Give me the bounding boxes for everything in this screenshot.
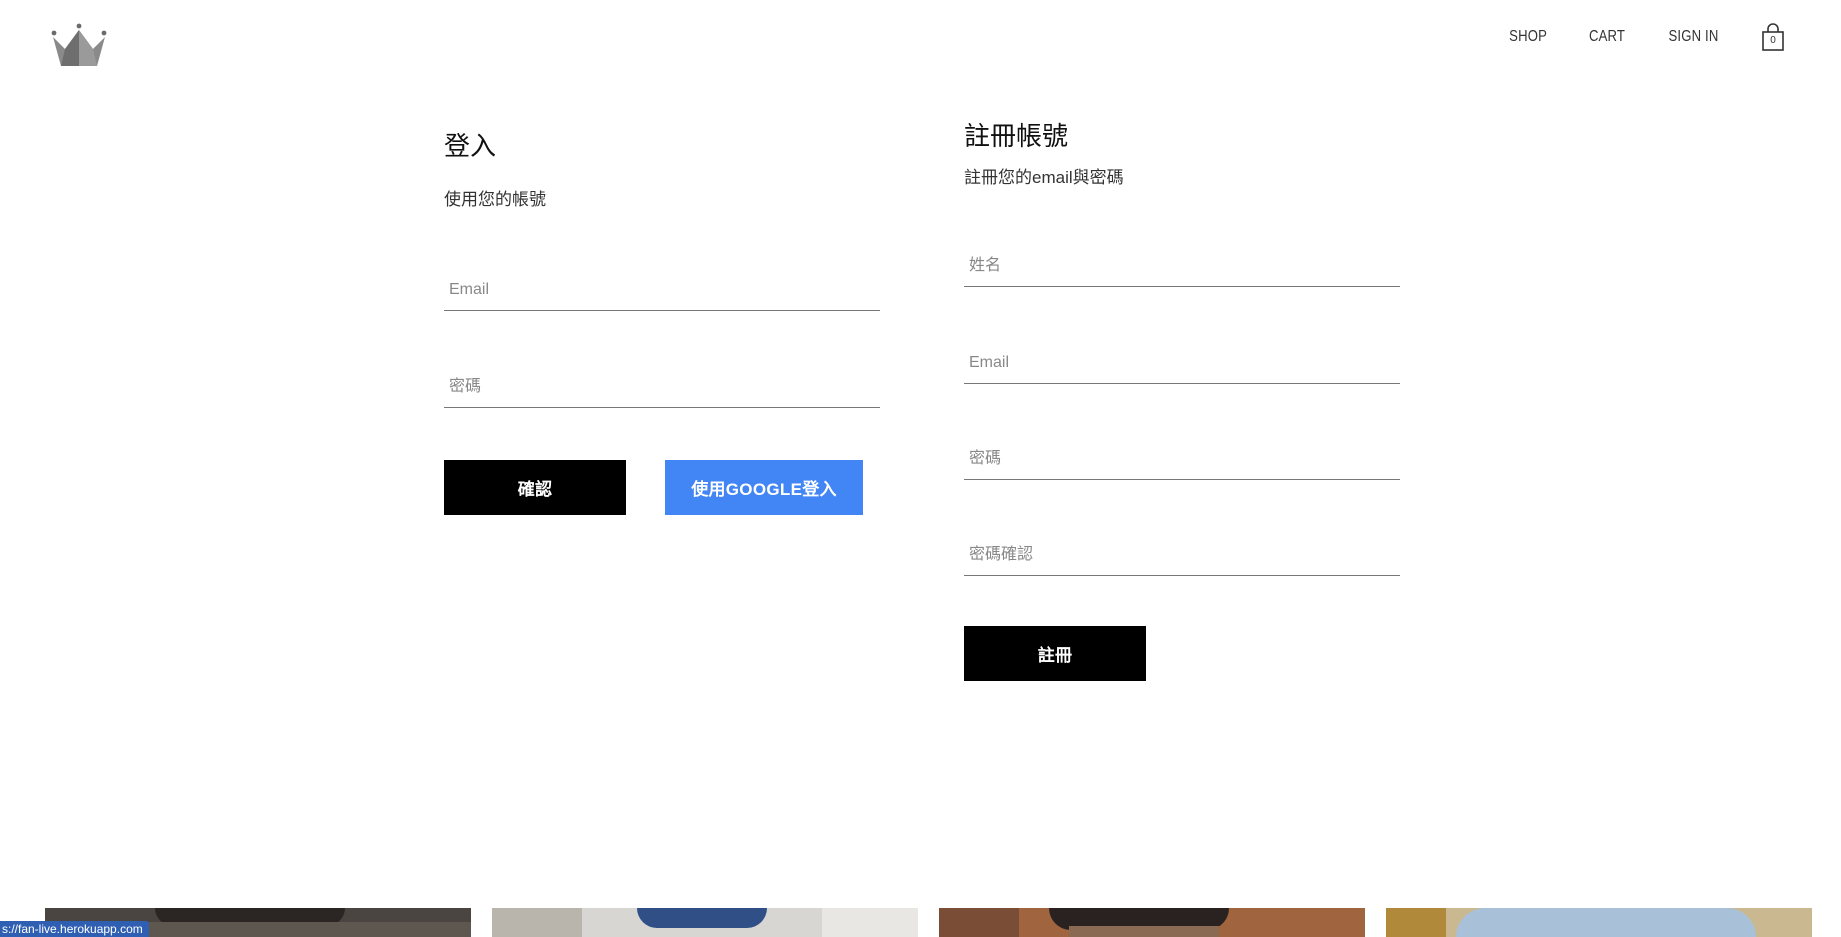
register-subtitle: 註冊您的email與密碼 xyxy=(964,168,1124,187)
register-password-confirm-field xyxy=(964,531,1400,576)
register-password-field xyxy=(964,435,1400,480)
register-name-input[interactable] xyxy=(964,246,1399,286)
login-confirm-button[interactable]: 確認 xyxy=(444,460,626,515)
site-header: SHOP CART SIGN IN 0 xyxy=(0,0,1841,90)
crown-logo-icon[interactable] xyxy=(50,22,108,70)
login-section: 登入 使用您的帳號 確認 使用GOOGLE登入 xyxy=(444,130,880,515)
register-email-field xyxy=(964,339,1400,384)
product-photo[interactable] xyxy=(1386,908,1812,937)
status-url-tooltip: s://fan-live.herokuapp.com xyxy=(0,921,149,937)
nav-cart-link[interactable]: CART xyxy=(1589,28,1625,46)
register-title: 註冊帳號 xyxy=(964,122,1069,151)
register-password-confirm-input[interactable] xyxy=(964,535,1399,575)
register-section: 註冊帳號 註冊您的email與密碼 註冊 xyxy=(964,120,1400,681)
page: SHOP CART SIGN IN 0 登入 使用您的帳號 確認 使用GOOGL… xyxy=(0,0,1841,937)
product-gallery xyxy=(45,908,1835,937)
nav-shop-link[interactable]: SHOP xyxy=(1509,28,1547,46)
main-nav: SHOP CART SIGN IN 0 xyxy=(1471,22,1786,52)
login-email-field xyxy=(444,266,880,311)
nav-sign-in-link[interactable]: SIGN IN xyxy=(1669,28,1719,46)
login-password-input[interactable] xyxy=(444,367,879,407)
google-login-button[interactable]: 使用GOOGLE登入 xyxy=(665,460,863,515)
login-email-input[interactable] xyxy=(444,270,879,310)
register-submit-button[interactable]: 註冊 xyxy=(964,626,1146,681)
login-title: 登入 xyxy=(444,132,497,161)
login-subtitle: 使用您的帳號 xyxy=(444,190,546,209)
register-password-input[interactable] xyxy=(964,439,1399,479)
cart-count-badge: 0 xyxy=(1770,35,1776,46)
product-photo[interactable] xyxy=(939,908,1365,937)
login-password-field xyxy=(444,363,880,408)
product-photo[interactable] xyxy=(492,908,918,937)
shopping-bag-icon[interactable]: 0 xyxy=(1760,23,1786,51)
register-email-input[interactable] xyxy=(964,343,1399,383)
register-name-field xyxy=(964,242,1400,287)
